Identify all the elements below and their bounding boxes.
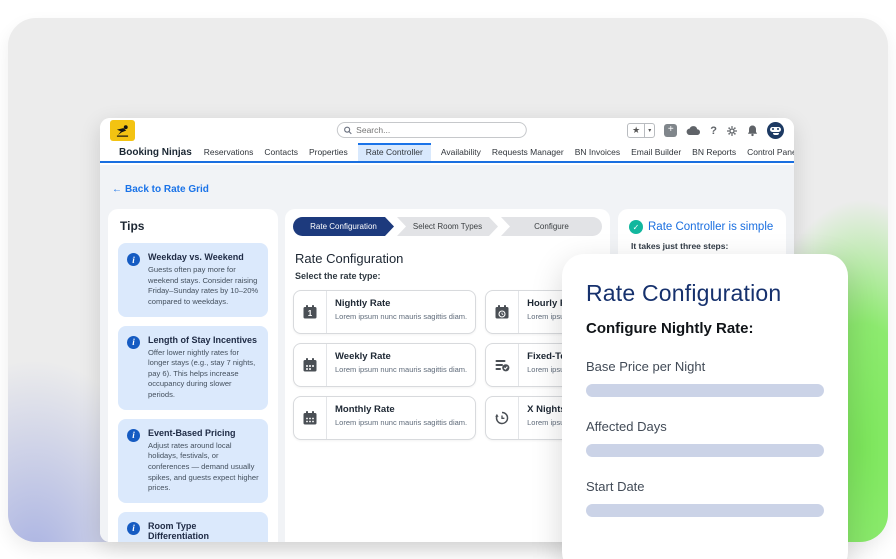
tip-event-based-pricing: i Event-Based Pricing Adjust rates aroun… — [118, 418, 268, 503]
card-desc: Lorem ipsum nunc mauris sagittis diam. — [335, 312, 468, 321]
wizard-stepper: Rate Configuration Select Room Types Con… — [293, 217, 602, 236]
check-circle-icon: ✓ — [629, 220, 643, 234]
rate-configuration-overlay: Rate Configuration Configure Nightly Rat… — [562, 254, 848, 559]
help-icon[interactable]: ? — [710, 125, 717, 137]
tip-body: Offer lower nightly rates for longer sta… — [148, 347, 256, 400]
setup-cloud-icon[interactable] — [686, 125, 701, 136]
add-icon[interactable]: + — [664, 124, 678, 137]
info-panel-title: Rate Controller is simple — [648, 221, 774, 233]
field-label: Base Price per Night — [586, 359, 706, 374]
ninja-chin — [772, 132, 779, 136]
rate-type-grid: 1 Nightly Rate Lorem ipsum nunc mauris s… — [293, 290, 669, 440]
nav-item-control-panel[interactable]: Control Panel — [746, 147, 794, 157]
info-icon: i — [127, 335, 140, 349]
rate-card-weekly[interactable]: Weekly Rate Lorem ipsum nunc mauris sagi… — [293, 343, 477, 387]
booking-ninjas-logo — [110, 120, 135, 141]
tip-title: Room Type Differentiation — [148, 520, 210, 541]
card-text: Monthly Rate Lorem ipsum nunc mauris sag… — [327, 397, 475, 439]
card-title: Weekly Rate — [335, 351, 391, 362]
tip-length-of-stay: i Length of Stay Incentives Offer lower … — [118, 325, 268, 410]
calendar-clock-icon — [486, 291, 520, 333]
field-affected-days: Affected Days — [586, 419, 824, 457]
tip-weekday-vs-weekend: i Weekday vs. Weekend Guests often pay m… — [118, 243, 268, 317]
nav-item-availability[interactable]: Availability — [440, 147, 482, 157]
info-panel-header: ✓ Rate Controller is simple — [629, 220, 775, 234]
search-input[interactable] — [356, 125, 520, 135]
step-configure[interactable]: Configure — [501, 217, 602, 236]
card-desc: Lorem ipsum nunc mauris sagittis diam. — [335, 418, 468, 427]
tip-body: Guests often pay more for weekend stays.… — [148, 265, 259, 306]
tip-title: Length of Stay Incentives — [148, 334, 258, 345]
nav-item-bn-invoices[interactable]: BN Invoices — [574, 147, 621, 157]
back-link-label: Back to Rate Grid — [125, 184, 209, 195]
start-date-input[interactable] — [586, 504, 824, 517]
svg-text:1: 1 — [308, 309, 313, 318]
card-title: Monthly Rate — [335, 404, 395, 415]
info-icon: i — [127, 428, 140, 442]
step-rate-configuration[interactable]: Rate Configuration — [293, 217, 394, 236]
history-clock-icon — [486, 397, 520, 439]
field-label: Start Date — [586, 479, 645, 494]
card-title: Nightly Rate — [335, 298, 391, 309]
calendar-day-icon: 1 — [294, 291, 327, 333]
nav-item-email-builder[interactable]: Email Builder — [630, 147, 682, 157]
list-check-icon — [486, 344, 520, 386]
search-icon — [344, 126, 352, 134]
nav-item-requests-manager[interactable]: Requests Manager — [491, 147, 565, 157]
tip-room-type-differentiation: i Room Type Differentiation Don't price … — [118, 511, 268, 542]
affected-days-input[interactable] — [586, 444, 824, 457]
card-text: Nightly Rate Lorem ipsum nunc mauris sag… — [327, 291, 475, 333]
favorites-control: ★ ▾ — [627, 123, 656, 138]
field-start-date: Start Date — [586, 479, 824, 517]
nav-item-properties[interactable]: Properties — [308, 147, 349, 157]
wizard-heading: Rate Configuration — [295, 251, 404, 266]
field-base-price: Base Price per Night — [586, 359, 824, 397]
rate-card-monthly[interactable]: Monthly Rate Lorem ipsum nunc mauris sag… — [293, 396, 477, 440]
nav-item-bn-reports[interactable]: BN Reports — [691, 147, 737, 157]
overlay-subtitle: Configure Nightly Rate: — [586, 320, 754, 337]
base-price-input[interactable] — [586, 384, 824, 397]
notifications-bell-icon[interactable] — [747, 124, 758, 137]
tip-title: Event-Based Pricing — [148, 427, 236, 438]
tip-title: Weekday vs. Weekend — [148, 252, 244, 262]
app-header: ★ ▾ + ? — [100, 118, 794, 143]
calendar-month-icon — [294, 397, 327, 439]
tip-body: Adjust rates around local holidays, fest… — [148, 440, 259, 493]
card-desc: Lorem ipsum nunc mauris sagittis diam. — [335, 365, 468, 374]
header-actions: ★ ▾ + ? — [627, 122, 784, 139]
info-panel-subtitle: It takes just three steps: — [631, 241, 729, 251]
user-avatar[interactable] — [767, 122, 784, 139]
info-icon: i — [127, 521, 140, 535]
global-search — [336, 122, 527, 138]
field-label: Affected Days — [586, 419, 667, 434]
overlay-title: Rate Configuration — [586, 280, 782, 306]
tips-title: Tips — [120, 219, 145, 233]
favorites-star-icon[interactable]: ★ — [628, 124, 644, 137]
wizard-subheading: Select the rate type: — [295, 271, 381, 281]
step-select-room-types[interactable]: Select Room Types — [397, 217, 498, 236]
card-text: Weekly Rate Lorem ipsum nunc mauris sagi… — [327, 344, 475, 386]
nav-item-rate-controller[interactable]: Rate Controller — [357, 143, 431, 161]
back-to-rate-grid-link[interactable]: ← Back to Rate Grid — [112, 184, 209, 195]
left-arrow-icon: ← — [112, 184, 122, 195]
calendar-week-icon — [294, 344, 327, 386]
brand-name: Booking Ninjas — [119, 146, 192, 158]
rate-card-nightly[interactable]: 1 Nightly Rate Lorem ipsum nunc mauris s… — [293, 290, 477, 334]
nav-item-reservations[interactable]: Reservations — [203, 147, 255, 157]
settings-gear-icon[interactable] — [726, 125, 738, 137]
app-nav: Booking Ninjas Reservations Contacts Pro… — [100, 143, 794, 163]
tips-panel: Tips i Weekday vs. Weekend Guests often … — [108, 209, 278, 542]
ninja-logo-glyph — [116, 125, 129, 137]
info-icon: i — [127, 253, 140, 266]
favorites-caret-icon[interactable]: ▾ — [644, 124, 654, 137]
nav-item-contacts[interactable]: Contacts — [263, 147, 299, 157]
